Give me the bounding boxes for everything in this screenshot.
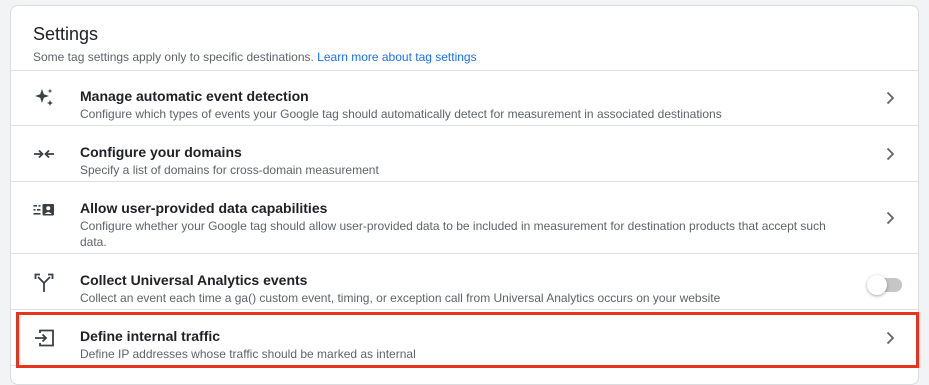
chevron-right-icon[interactable] <box>882 90 898 106</box>
chevron-right-icon[interactable] <box>882 330 898 346</box>
setting-row-user-provided-data[interactable]: Allow user-provided data capabilities Co… <box>11 182 918 254</box>
setting-row-text: Allow user-provided data capabilities Co… <box>80 199 850 250</box>
setting-row-text: Collect Universal Analytics events Colle… <box>80 271 850 306</box>
setting-row-description: Collect an event each time a ga() custom… <box>80 291 721 305</box>
setting-row-label: Configure your domains <box>80 144 242 160</box>
sparkle-icon <box>35 88 53 106</box>
setting-row-label: Define internal traffic <box>80 328 221 344</box>
settings-subtitle-text: Some tag settings apply only to specific… <box>33 50 314 64</box>
setting-row-automatic-event-detection[interactable]: Manage automatic event detection Configu… <box>11 70 918 126</box>
user-data-icon <box>33 204 54 216</box>
setting-row-label: Manage automatic event detection <box>80 88 309 104</box>
settings-card: Settings Some tag settings apply only to… <box>10 5 919 385</box>
setting-row-universal-analytics-events: Collect Universal Analytics events Colle… <box>11 254 918 310</box>
learn-more-link[interactable]: Learn more about tag settings <box>317 50 476 64</box>
setting-row-description: Specify a list of domains for cross-doma… <box>80 163 379 177</box>
chevron-right-icon[interactable] <box>882 146 898 162</box>
setting-row-text: Manage automatic event detection Configu… <box>80 87 850 122</box>
setting-row-description: Configure which types of events your Goo… <box>80 107 722 121</box>
toggle-thumb <box>867 275 887 295</box>
universal-analytics-toggle[interactable] <box>867 274 903 295</box>
setting-row-define-internal-traffic[interactable]: Define internal traffic Define IP addres… <box>11 310 918 366</box>
settings-subtitle: Some tag settings apply only to specific… <box>33 49 918 65</box>
setting-row-text: Configure your domains Specify a list of… <box>80 143 850 178</box>
setting-row-text: Define internal traffic Define IP addres… <box>80 327 850 362</box>
settings-header: Settings Some tag settings apply only to… <box>11 6 918 71</box>
fork-arrow-icon <box>34 273 54 292</box>
setting-row-description: Define IP addresses whose traffic should… <box>80 347 416 361</box>
setting-row-label: Collect Universal Analytics events <box>80 272 308 288</box>
chevron-right-icon[interactable] <box>882 210 898 226</box>
setting-row-label: Allow user-provided data capabilities <box>80 200 328 216</box>
setting-row-description: Configure whether your Google tag should… <box>80 219 826 249</box>
setting-row-configure-domains[interactable]: Configure your domains Specify a list of… <box>11 126 918 182</box>
settings-title: Settings <box>33 24 99 44</box>
merge-arrows-icon <box>34 149 54 159</box>
input-arrow-icon <box>35 329 54 347</box>
